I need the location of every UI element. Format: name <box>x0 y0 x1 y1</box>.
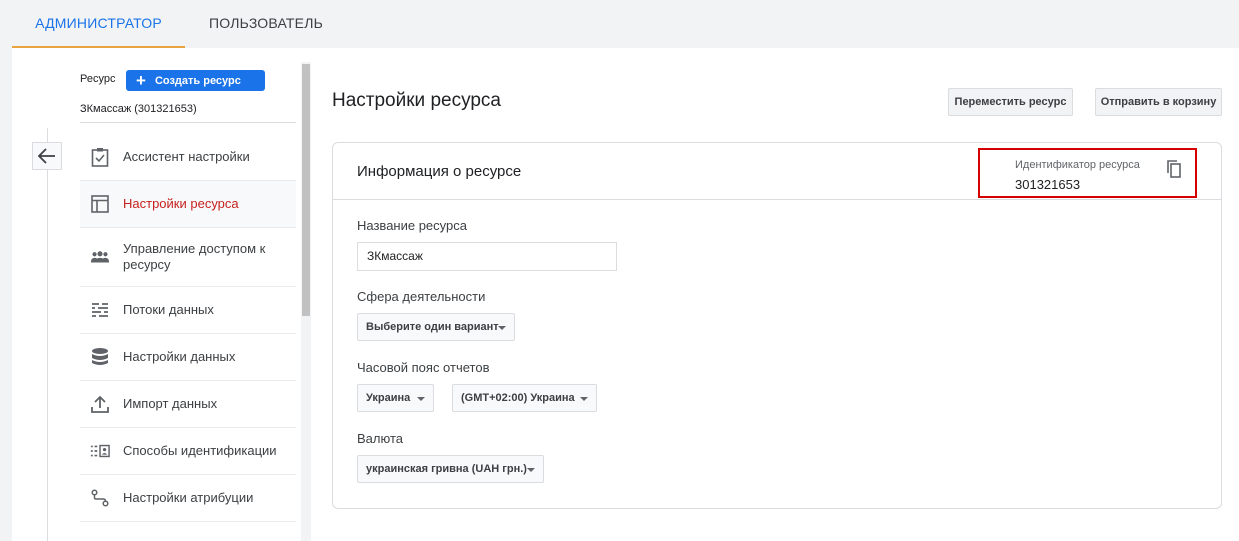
property-id-value: 301321653 <box>1015 177 1081 192</box>
sidebar-item-reporting-identity[interactable]: Способы идентификации <box>80 428 296 475</box>
currency-label: Валюта <box>357 431 403 446</box>
sidebar-scrollbar-thumb[interactable] <box>302 64 310 316</box>
arrow-left-icon <box>38 148 55 164</box>
sidebar-item-label: Потоки данных <box>123 302 214 317</box>
property-info-card: Информация о ресурсе Идентификатор ресур… <box>332 142 1222 509</box>
move-to-trash-button[interactable]: Отправить в корзину <box>1095 88 1222 116</box>
sidebar-item-setup-assistant[interactable]: Ассистент настройки <box>80 134 296 181</box>
page-title: Настройки ресурса <box>332 90 501 111</box>
top-tabs: АДМИНИСТРАТОР ПОЛЬЗОВАТЕЛЬ <box>0 0 1239 48</box>
chevron-down-icon <box>498 326 506 330</box>
sidebar-item-label: Настройки атрибуции <box>123 490 254 505</box>
timezone-value: (GMT+02:00) Украина <box>461 392 575 404</box>
industry-label: Сфера деятельности <box>357 289 486 304</box>
timezone-select[interactable]: (GMT+02:00) Украина <box>452 384 597 412</box>
back-button[interactable] <box>32 142 62 170</box>
sidebar-item-data-settings[interactable]: Настройки данных <box>80 334 296 381</box>
card-title: Информация о ресурсе <box>357 163 522 180</box>
people-icon <box>90 247 110 267</box>
plus-icon: + <box>136 70 146 90</box>
sidebar-item-data-streams[interactable]: Потоки данных <box>80 287 296 334</box>
create-property-button[interactable]: + Создать ресурс <box>126 70 265 91</box>
move-property-button[interactable]: Переместить ресурс <box>948 88 1073 116</box>
sidebar-item-label: Способы идентификации <box>123 443 277 458</box>
chevron-down-icon <box>527 468 535 472</box>
create-property-label: Создать ресурс <box>154 74 241 87</box>
copy-icon[interactable] <box>1165 159 1183 179</box>
chevron-down-icon <box>417 397 425 401</box>
property-id-label: Идентификатор ресурса <box>1015 159 1140 171</box>
currency-select[interactable]: украинская гривна (UAH грн.) <box>357 455 544 483</box>
tab-administrator-label: АДМИНИСТРАТОР <box>35 15 162 31</box>
tab-user-label: ПОЛЬЗОВАТЕЛЬ <box>209 15 323 31</box>
sidebar-item-label: Импорт данных <box>123 396 218 411</box>
industry-select[interactable]: Выберите один вариант <box>357 313 515 341</box>
tab-user[interactable]: ПОЛЬЗОВАТЕЛЬ <box>209 0 323 48</box>
layout-icon <box>90 194 110 214</box>
sidebar-item-access-management[interactable]: Управление доступом к ресурсу <box>80 228 296 287</box>
sidebar-item-label: Настройки ресурса <box>123 196 239 211</box>
sidebar-item-label: Управление доступом к ресурсу <box>123 241 266 272</box>
sidebar-item-label: Ассистент настройки <box>123 149 250 164</box>
sidebar-item-attribution-settings[interactable]: Настройки атрибуции <box>80 475 296 522</box>
sidebar-item-property-settings[interactable]: Настройки ресурса <box>80 181 296 228</box>
property-id-highlight: Идентификатор ресурса 301321653 <box>978 148 1197 198</box>
database-icon <box>90 347 110 367</box>
column-guide-line <box>47 128 48 541</box>
sidebar-item-data-import[interactable]: Импорт данных <box>80 381 296 428</box>
sidebar-item-label: Настройки данных <box>123 349 236 364</box>
divider <box>333 199 1221 200</box>
property-label: Ресурс <box>80 73 116 85</box>
currency-value: украинская гривна (UAH грн.) <box>366 463 527 475</box>
timezone-label: Часовой пояс отчетов <box>357 360 490 375</box>
property-name-label: Название ресурса <box>357 218 467 233</box>
sidebar-nav: Ассистент настройки Настройки ресурса Уп… <box>80 134 296 522</box>
checklist-icon <box>90 147 110 167</box>
timezone-country-select[interactable]: Украина <box>357 384 434 412</box>
chevron-down-icon <box>580 397 588 401</box>
identity-icon <box>90 441 110 461</box>
tab-administrator[interactable]: АДМИНИСТРАТОР <box>12 0 185 48</box>
upload-icon <box>90 394 110 414</box>
property-name-input[interactable]: ЗКмассаж <box>357 242 617 271</box>
industry-select-value: Выберите один вариант <box>366 321 499 333</box>
attribution-icon <box>90 488 110 508</box>
divider <box>80 122 296 123</box>
timezone-country-value: Украина <box>366 392 411 404</box>
data-streams-icon <box>90 300 110 320</box>
property-selector[interactable]: ЗКмассаж (301321653) <box>80 103 197 115</box>
